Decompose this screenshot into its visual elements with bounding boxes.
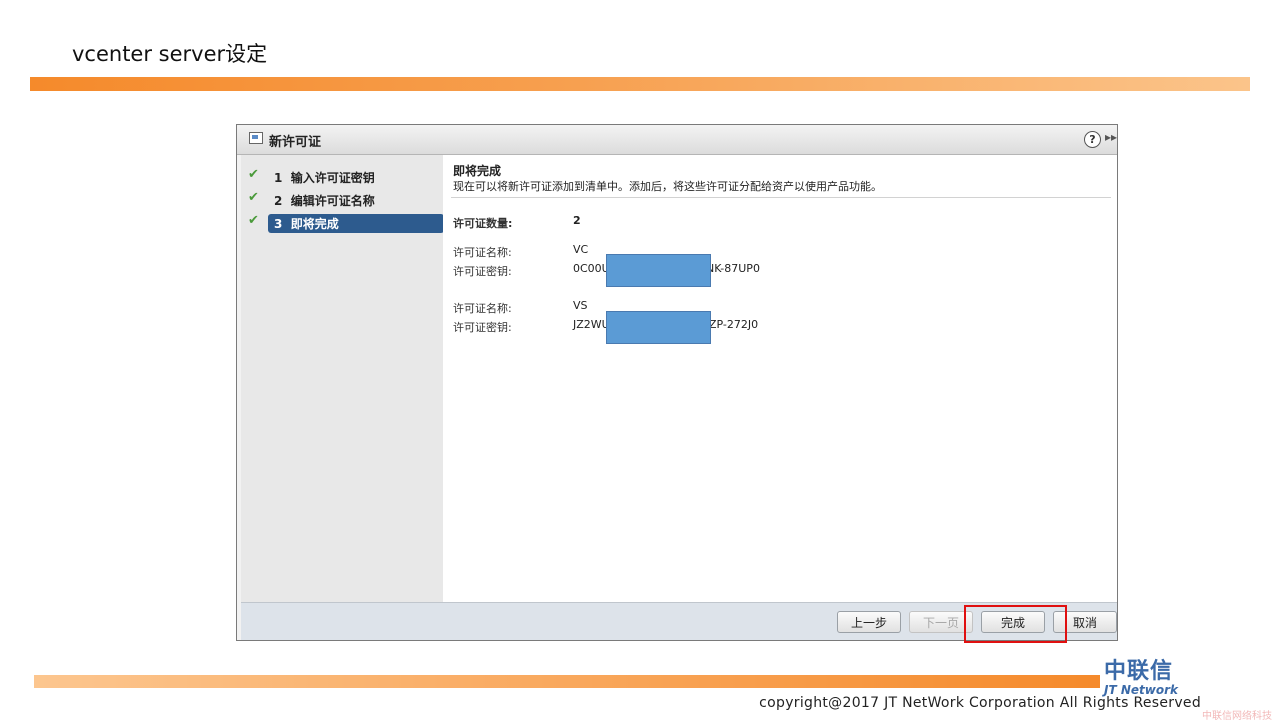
dialog-window-icon bbox=[249, 132, 263, 144]
step-label: 输入许可证密钥 bbox=[290, 171, 375, 185]
license-key-label: 许可证密钥: bbox=[453, 321, 512, 334]
license-name-label: 许可证名称: bbox=[453, 246, 512, 259]
help-icon[interactable]: ? bbox=[1084, 131, 1101, 148]
license-key-prefix: 0C00U bbox=[573, 262, 610, 275]
license-name-value: VC bbox=[573, 243, 589, 256]
summary-description: 现在可以将新许可证添加到清单中。添加后，将这些许可证分配给资产以使用产品功能。 bbox=[453, 180, 882, 193]
step-label: 编辑许可证名称 bbox=[290, 194, 375, 208]
license-key-suffix: NK-87UP0 bbox=[706, 262, 760, 275]
copyright-text: copyright@2017 JT NetWork Corporation Al… bbox=[759, 695, 1201, 711]
bottom-decorative-band bbox=[34, 675, 1100, 688]
step-edit-license-name[interactable]: ✔ 2 编辑许可证名称 bbox=[246, 190, 441, 208]
dialog-titlebar: 新许可证 ? ▸▸ bbox=[237, 125, 1117, 155]
back-button[interactable]: 上一步 bbox=[837, 611, 901, 633]
dialog-title: 新许可证 bbox=[269, 135, 322, 150]
step-number: 3 bbox=[274, 217, 283, 231]
top-decorative-band bbox=[30, 77, 1250, 91]
redaction-box bbox=[606, 254, 711, 287]
step-number: 2 bbox=[274, 194, 283, 208]
step-enter-license-key[interactable]: ✔ 1 输入许可证密钥 bbox=[246, 167, 441, 185]
logo-chinese: 中联信 bbox=[1104, 659, 1174, 684]
divider bbox=[451, 197, 1111, 198]
slide-title: vcenter server设定 bbox=[72, 42, 268, 66]
summary-heading: 即将完成 bbox=[453, 164, 502, 178]
license-name-label: 许可证名称: bbox=[453, 302, 512, 315]
summary-panel: 即将完成 现在可以将新许可证添加到清单中。添加后，将这些许可证分配给资产以使用产… bbox=[443, 155, 1117, 602]
check-icon: ✔ bbox=[248, 167, 259, 182]
company-logo: 中联信 JT Network bbox=[1104, 659, 1204, 697]
license-count-value: 2 bbox=[573, 214, 581, 227]
license-key-suffix: ZP-272J0 bbox=[709, 318, 759, 331]
check-icon: ✔ bbox=[248, 213, 259, 228]
check-icon: ✔ bbox=[248, 190, 259, 205]
step-ready-to-complete[interactable]: ✔ 3 即将完成 bbox=[246, 213, 444, 233]
license-name-value: VS bbox=[573, 299, 588, 312]
finish-button-highlight bbox=[964, 605, 1067, 643]
license-key-label: 许可证密钥: bbox=[453, 265, 512, 278]
license-count-label: 许可证数量: bbox=[453, 217, 513, 230]
step-label: 即将完成 bbox=[290, 217, 339, 231]
wizard-steps-sidebar: ✔ 1 输入许可证密钥 ✔ 2 编辑许可证名称 ✔ 3 即将完成 bbox=[241, 155, 444, 602]
redaction-box bbox=[606, 311, 711, 344]
expand-icon[interactable]: ▸▸ bbox=[1105, 130, 1117, 144]
new-license-dialog: 新许可证 ? ▸▸ ✔ 1 输入许可证密钥 ✔ 2 编辑许可证名称 ✔ 3 即将… bbox=[236, 124, 1118, 641]
step-number: 1 bbox=[274, 171, 283, 185]
license-key-prefix: JZ2WU bbox=[573, 318, 610, 331]
